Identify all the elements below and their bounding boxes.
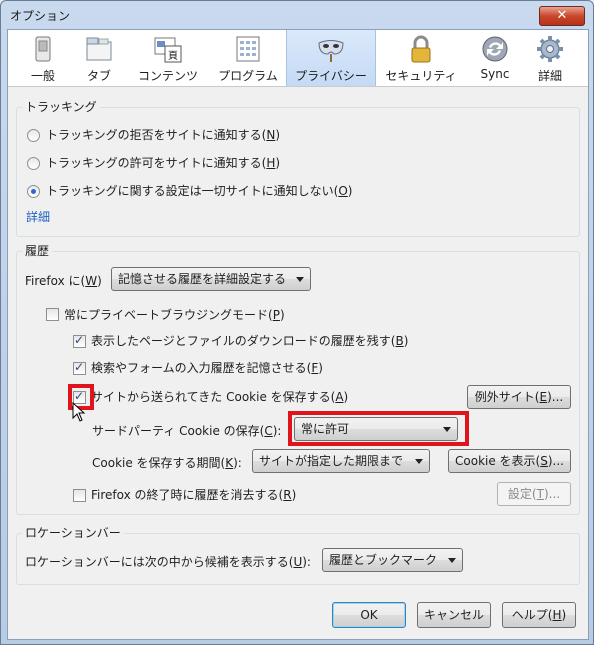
tab-general-label: 一般 bbox=[30, 69, 55, 83]
keep-history-label[interactable]: 表示したページとファイルのダウンロードの履歴を残す(B) bbox=[91, 332, 408, 349]
clear-on-close-checkbox[interactable] bbox=[73, 489, 86, 502]
tracking-group-title: トラッキング bbox=[22, 98, 100, 115]
exceptions-button[interactable]: 例外サイト(E)... bbox=[467, 385, 571, 409]
tracking-option-allow-label[interactable]: トラッキングの許可をサイトに通知する(H) bbox=[46, 154, 280, 171]
keep-history-checkbox[interactable] bbox=[73, 333, 86, 348]
tracking-option-dnt[interactable] bbox=[27, 129, 40, 142]
show-cookies-button[interactable]: Cookie を表示(S)... bbox=[448, 449, 571, 473]
tab-applications[interactable]: プログラム bbox=[210, 30, 286, 86]
tracking-details-link[interactable]: 詳細 bbox=[26, 208, 50, 225]
tab-security-label: セキュリティ bbox=[385, 69, 457, 83]
remember-forms-checkbox[interactable] bbox=[73, 360, 86, 375]
history-settings-button[interactable]: 設定(T)... bbox=[497, 482, 571, 506]
mouse-cursor-icon bbox=[72, 402, 86, 422]
accept-cookies-label[interactable]: サイトから送られてきた Cookie を保存する(A) bbox=[91, 388, 348, 405]
private-mode-checkbox[interactable] bbox=[46, 308, 59, 321]
tabs-icon bbox=[86, 37, 112, 61]
help-button[interactable]: ヘルプ(H) bbox=[502, 602, 576, 628]
private-mode-label[interactable]: 常にプライベートブラウジングモード(P) bbox=[64, 306, 285, 323]
chevron-down-icon bbox=[415, 459, 423, 464]
tab-tabs[interactable]: タブ bbox=[74, 30, 124, 86]
keep-until-label: Cookie を保存する期間(K): bbox=[92, 456, 242, 470]
svg-text:頁: 頁 bbox=[168, 50, 178, 62]
tab-content[interactable]: 頁 コンテンツ bbox=[132, 30, 204, 86]
keep-until-value: サイトが指定した期限まで bbox=[259, 454, 404, 468]
lock-icon bbox=[411, 35, 431, 63]
sync-icon bbox=[482, 36, 508, 62]
ok-button[interactable]: OK bbox=[332, 602, 406, 628]
tab-security[interactable]: セキュリティ bbox=[378, 30, 464, 86]
history-group-title: 履歴 bbox=[22, 242, 53, 259]
tab-advanced-label: 詳細 bbox=[537, 69, 562, 83]
mask-icon bbox=[318, 40, 344, 62]
clear-on-close-label[interactable]: Firefox の終了時に履歴を消去する(R) bbox=[91, 486, 296, 503]
window-title: オプション bbox=[10, 9, 71, 23]
history-firefox-label: Firefox に(W) bbox=[25, 274, 102, 288]
location-bar-suggest-label: ロケーションバーには次の中から候補を表示する(U): bbox=[25, 555, 311, 569]
history-mode-dropdown[interactable]: 記憶させる履歴を詳細設定する bbox=[111, 267, 311, 291]
history-mode-value: 記憶させる履歴を詳細設定する bbox=[118, 272, 287, 286]
cancel-button[interactable]: キャンセル bbox=[417, 602, 491, 628]
third-party-cookie-label: サードパーティ Cookie の保存(C): bbox=[92, 424, 282, 438]
tracking-option-none[interactable] bbox=[27, 185, 40, 198]
applications-icon bbox=[236, 36, 260, 62]
tab-tabs-label: タブ bbox=[86, 69, 111, 83]
tracking-option-none-label[interactable]: トラッキングに関する設定は一切サイトに通知しない(O) bbox=[46, 182, 352, 199]
keep-until-dropdown[interactable]: サイトが指定した期限まで bbox=[252, 449, 430, 473]
chevron-down-icon bbox=[296, 277, 304, 282]
location-bar-suggest-value: 履歴とブックマーク bbox=[329, 553, 438, 567]
tracking-option-allow[interactable] bbox=[27, 157, 40, 170]
dialog-client-area: 一般 タブ 頁 コンテンツ プログラム プライバシー セキュリティ Sync 詳… bbox=[7, 29, 589, 640]
tab-sync[interactable]: Sync bbox=[470, 30, 520, 86]
tab-advanced[interactable]: 詳細 bbox=[526, 30, 574, 86]
content-icon: 頁 bbox=[154, 37, 182, 63]
close-button[interactable]: ✕ bbox=[539, 6, 585, 26]
category-toolbar: 一般 タブ 頁 コンテンツ プログラム プライバシー セキュリティ Sync 詳… bbox=[8, 30, 588, 87]
options-window: オプション ✕ 一般 タブ 頁 コンテンツ プログラム プライバシー セキュリテ… bbox=[0, 0, 594, 645]
third-party-dropdown-highlight bbox=[288, 411, 469, 446]
tab-privacy[interactable]: プライバシー bbox=[286, 30, 376, 86]
location-bar-suggest-dropdown[interactable]: 履歴とブックマーク bbox=[322, 548, 463, 572]
gear-icon bbox=[537, 36, 563, 62]
remember-forms-label[interactable]: 検索やフォームの入力履歴を記憶させる(F) bbox=[91, 359, 323, 376]
tracking-option-dnt-label[interactable]: トラッキングの拒否をサイトに通知する(N) bbox=[46, 126, 280, 143]
tab-sync-label: Sync bbox=[480, 67, 510, 81]
chevron-down-icon bbox=[448, 558, 456, 563]
tab-content-label: コンテンツ bbox=[137, 69, 198, 83]
tab-privacy-label: プライバシー bbox=[295, 69, 367, 83]
switch-icon bbox=[35, 36, 51, 62]
tab-applications-label: プログラム bbox=[218, 69, 278, 83]
location-bar-group-title: ロケーションバー bbox=[22, 524, 124, 541]
tab-general[interactable]: 一般 bbox=[18, 30, 68, 86]
title-bar[interactable]: オプション ✕ bbox=[1, 1, 593, 29]
